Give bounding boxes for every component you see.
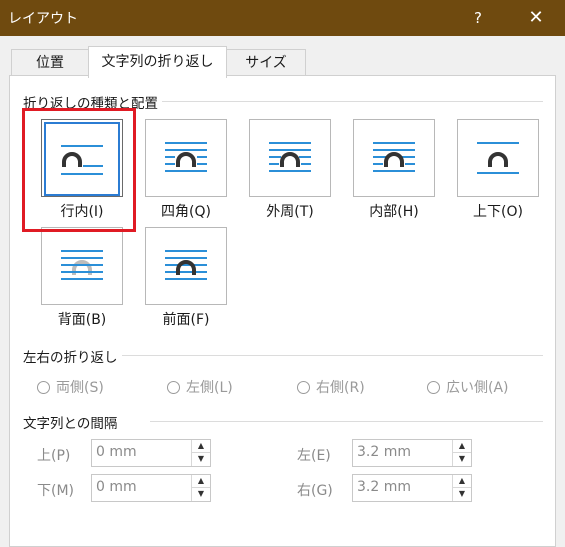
section-divider xyxy=(160,101,543,102)
help-button[interactable]: ? xyxy=(455,0,501,36)
distance-top-spinner[interactable]: ▲ ▼ xyxy=(91,439,211,467)
distance-right-spinner[interactable]: ▲ ▼ xyxy=(352,474,472,502)
wrap-text-section-label: 左右の折り返し xyxy=(23,346,122,366)
distance-left-input[interactable] xyxy=(353,440,453,464)
distance-right-input[interactable] xyxy=(353,475,453,499)
wrap-option-label: 背面(B) xyxy=(57,312,107,328)
close-button[interactable]: ✕ xyxy=(513,0,559,36)
radio-label: 右側(R) xyxy=(316,380,365,396)
spinner-arrows: ▲ ▼ xyxy=(452,475,471,501)
distance-section-label: 文字列との間隔 xyxy=(23,412,122,432)
section-divider xyxy=(150,421,543,422)
tab-size[interactable]: サイズ xyxy=(226,49,306,77)
tab-text-wrapping[interactable]: 文字列の折り返し xyxy=(88,46,227,78)
tab-position[interactable]: 位置 xyxy=(11,49,89,77)
spin-up-icon[interactable]: ▲ xyxy=(192,475,210,488)
wrap-option-behind-box[interactable] xyxy=(41,227,123,305)
highlight-box xyxy=(22,108,136,232)
radio-right-only[interactable]: 右側(R) xyxy=(297,377,365,397)
wrap-option-tight[interactable]: 外周(T) xyxy=(249,119,331,221)
square-wrap-icon xyxy=(165,142,207,172)
spin-up-icon[interactable]: ▲ xyxy=(453,475,471,488)
wrap-option-label: 内部(H) xyxy=(369,204,419,220)
tab-strip: 位置 文字列の折り返し サイズ xyxy=(0,46,565,78)
wrap-option-through[interactable]: 内部(H) xyxy=(353,119,435,221)
section-divider xyxy=(122,355,543,356)
window-title: レイアウト xyxy=(8,11,78,27)
spinner-arrows: ▲ ▼ xyxy=(452,440,471,466)
title-bar: レイアウト ? ✕ xyxy=(0,0,565,36)
spinner-arrows: ▲ ▼ xyxy=(191,440,210,466)
wrap-option-label: 外周(T) xyxy=(266,204,314,220)
wrap-option-label: 前面(F) xyxy=(162,312,210,328)
radio-circle[interactable] xyxy=(297,381,310,394)
radio-circle[interactable] xyxy=(37,381,50,394)
in-front-of-text-icon xyxy=(165,250,207,280)
spin-down-icon[interactable]: ▼ xyxy=(192,488,210,500)
wrap-option-behind[interactable]: 背面(B) xyxy=(41,227,123,329)
spin-up-icon[interactable]: ▲ xyxy=(192,440,210,453)
radio-left-only[interactable]: 左側(L) xyxy=(167,377,233,397)
distance-top-input[interactable] xyxy=(92,440,192,464)
wrap-option-top-bottom[interactable]: 上下(O) xyxy=(457,119,539,221)
radio-circle[interactable] xyxy=(427,381,440,394)
tight-wrap-icon xyxy=(269,142,311,172)
radio-label: 両側(S) xyxy=(56,380,104,396)
behind-text-icon xyxy=(61,250,103,280)
radio-label: 広い側(A) xyxy=(446,380,509,396)
spin-up-icon[interactable]: ▲ xyxy=(453,440,471,453)
wrap-option-through-box[interactable] xyxy=(353,119,435,197)
radio-largest-only[interactable]: 広い側(A) xyxy=(427,377,509,397)
spin-down-icon[interactable]: ▼ xyxy=(453,453,471,465)
spin-down-icon[interactable]: ▼ xyxy=(453,488,471,500)
wrap-option-in-front[interactable]: 前面(F) xyxy=(145,227,227,329)
wrap-option-square-box[interactable] xyxy=(145,119,227,197)
spinner-arrows: ▲ ▼ xyxy=(191,475,210,501)
distance-bottom-spinner[interactable]: ▲ ▼ xyxy=(91,474,211,502)
distance-left-spinner[interactable]: ▲ ▼ xyxy=(352,439,472,467)
wrap-option-top-bottom-box[interactable] xyxy=(457,119,539,197)
distance-right-label: 右(G) xyxy=(297,483,333,499)
distance-top-label: 上(P) xyxy=(37,448,71,464)
wrap-option-label: 四角(Q) xyxy=(161,204,211,220)
radio-circle[interactable] xyxy=(167,381,180,394)
distance-bottom-input[interactable] xyxy=(92,475,192,499)
wrap-option-square[interactable]: 四角(Q) xyxy=(145,119,227,221)
wrap-option-label: 上下(O) xyxy=(473,204,523,220)
spin-down-icon[interactable]: ▼ xyxy=(192,453,210,465)
wrap-option-tight-box[interactable] xyxy=(249,119,331,197)
distance-left-label: 左(E) xyxy=(297,448,331,464)
wrap-option-in-front-box[interactable] xyxy=(145,227,227,305)
radio-both-sides[interactable]: 両側(S) xyxy=(37,377,104,397)
distance-bottom-label: 下(M) xyxy=(37,483,75,499)
radio-label: 左側(L) xyxy=(186,380,233,396)
top-bottom-wrap-icon xyxy=(477,142,519,174)
through-wrap-icon xyxy=(373,142,415,172)
